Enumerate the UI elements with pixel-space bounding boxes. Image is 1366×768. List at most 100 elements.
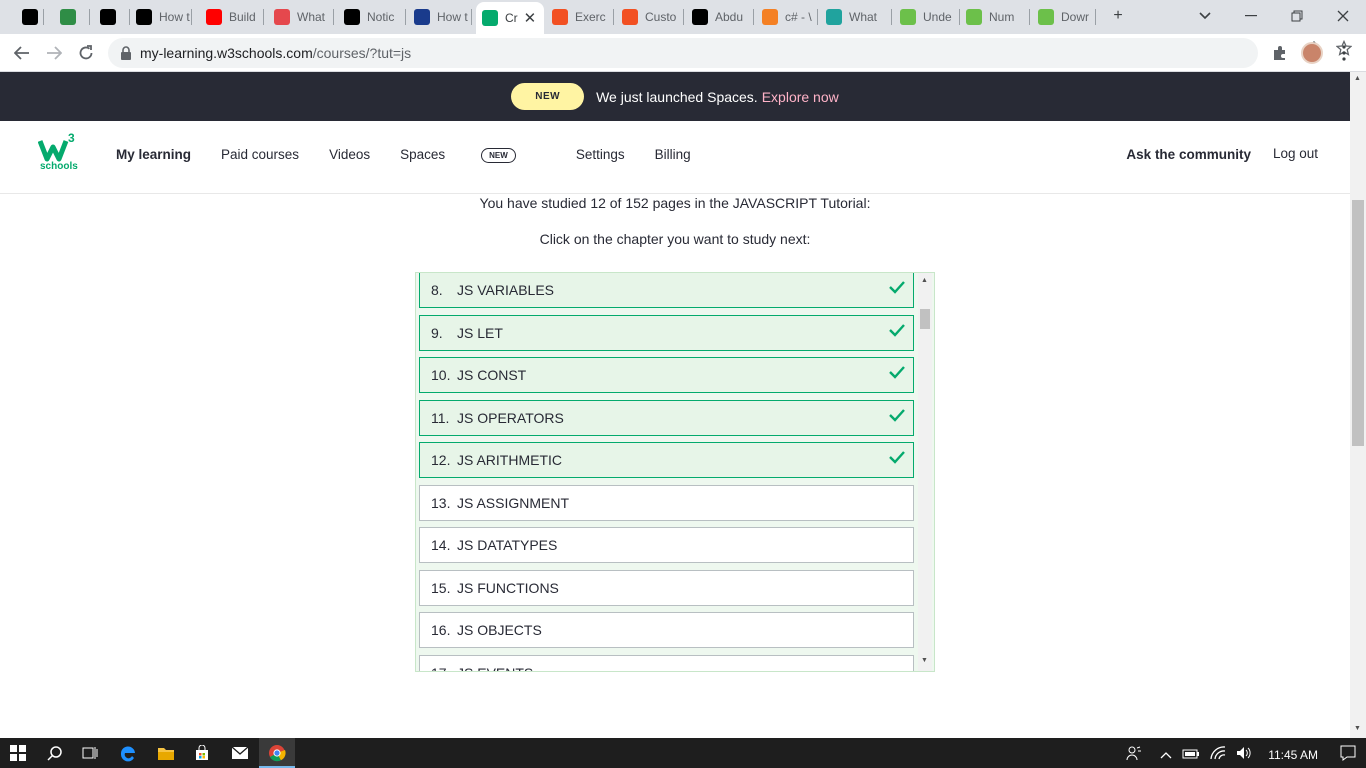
address-bar[interactable]: my-learning.w3schools.com/courses/?tut=j… <box>108 38 1258 68</box>
nav-spaces[interactable]: Spaces NEW <box>400 147 546 163</box>
chapter-item[interactable]: 16. JS OBJECTS <box>419 612 914 648</box>
chapter-item[interactable]: 12. JS ARITHMETIC <box>419 442 914 478</box>
ask-community-link[interactable]: Ask the community <box>1126 147 1251 162</box>
browser-tab[interactable]: Unde <box>894 4 960 30</box>
nav-my-learning[interactable]: My learning <box>116 147 191 162</box>
page-scroll-down-icon[interactable]: ▼ <box>1354 725 1361 732</box>
browser-tab[interactable]: Abdu <box>686 4 754 30</box>
browser-tab[interactable]: How t <box>130 4 192 30</box>
nav-settings[interactable]: Settings <box>576 147 625 162</box>
browser-tab[interactable]: c# - \ <box>756 4 818 30</box>
back-arrow-icon[interactable] <box>10 41 34 65</box>
logout-link[interactable]: Log out <box>1273 146 1318 162</box>
browser-tab[interactable]: What <box>268 4 334 30</box>
chapter-item[interactable]: 10. JS CONST <box>419 357 914 393</box>
nav-paid-courses[interactable]: Paid courses <box>221 147 299 162</box>
chapter-list-scrollbar[interactable]: ▲ ▼ <box>918 273 932 671</box>
reload-icon[interactable] <box>74 41 98 65</box>
chrome-menu-icon[interactable] <box>1332 41 1356 65</box>
nav-spaces-label: Spaces <box>400 147 446 162</box>
page-scrollbar[interactable]: ▲ ▼ <box>1350 72 1366 738</box>
dev-icon <box>22 9 38 25</box>
chapter-item[interactable]: 11. JS OPERATORS <box>419 399 914 436</box>
windows-start-icon[interactable] <box>8 743 28 763</box>
people-icon[interactable] <box>1126 745 1142 764</box>
mail-icon[interactable] <box>230 743 250 763</box>
page-scroll-thumb[interactable] <box>1352 200 1364 446</box>
browser-tab[interactable]: What <box>820 4 892 30</box>
tab-title: How t <box>437 10 468 24</box>
browser-tab[interactable] <box>94 4 130 30</box>
browser-tab[interactable] <box>54 4 90 30</box>
explore-now-link[interactable]: Explore now <box>762 89 839 105</box>
browser-tab[interactable]: How t <box>408 4 472 30</box>
tab-separator <box>89 9 90 25</box>
youtube-icon <box>206 9 222 25</box>
profile-avatar[interactable] <box>1300 41 1324 65</box>
tab-search-icon[interactable] <box>1192 5 1218 27</box>
tab-separator <box>1029 9 1030 25</box>
w3schools-logo[interactable]: 3 schools <box>38 131 84 179</box>
top-navigation: 3 schools My learning Paid courses Video… <box>0 121 1350 194</box>
browser-tab[interactable]: Custo <box>616 4 684 30</box>
store-icon[interactable] <box>192 743 212 763</box>
tab-separator <box>613 9 614 25</box>
tab-title: How t <box>159 10 190 24</box>
tab-title: c# - \ <box>785 10 812 24</box>
url-host: my-learning.w3schools.com <box>140 45 313 61</box>
page-scroll-up-icon[interactable]: ▲ <box>1354 75 1361 82</box>
spaces-new-badge: NEW <box>481 147 516 163</box>
checkmark-icon <box>889 451 905 464</box>
chapter-item[interactable]: 15. JS FUNCTIONS <box>419 569 914 606</box>
scroll-up-arrow-icon[interactable]: ▲ <box>921 277 928 284</box>
chapter-item[interactable]: 9. JS LET <box>419 314 914 351</box>
notification-icon[interactable] <box>1340 745 1356 764</box>
studied-progress-text: You have studied 12 of 152 pages in the … <box>479 195 871 211</box>
browser-tab[interactable]: Build <box>200 4 264 30</box>
leaf-icon <box>900 9 916 25</box>
browser-tab[interactable] <box>16 4 44 30</box>
minimize-icon[interactable] <box>1238 5 1264 27</box>
medium-icon <box>136 9 152 25</box>
browser-tab[interactable]: Notic <box>338 4 406 30</box>
nav-videos[interactable]: Videos <box>329 147 370 162</box>
tab-title: Unde <box>923 10 952 24</box>
chapter-item[interactable]: 13. JS ASSIGNMENT <box>419 484 914 521</box>
nav-billing[interactable]: Billing <box>655 147 691 162</box>
scroll-down-arrow-icon[interactable]: ▼ <box>921 657 928 664</box>
new-tab-button[interactable]: + <box>1105 5 1131 27</box>
tab-title: Custo <box>645 10 677 24</box>
forward-arrow-icon[interactable] <box>42 41 66 65</box>
close-tab-icon[interactable]: ✕ <box>524 9 537 27</box>
browser-tab[interactable]: Exerc <box>546 4 614 30</box>
browser-tab[interactable]: Cr ✕ <box>476 2 544 34</box>
restore-icon[interactable] <box>1284 5 1310 27</box>
chapter-item[interactable]: 17.JS EVENTS <box>419 654 914 672</box>
chapter-number: 12. <box>431 452 451 468</box>
taskbar-clock[interactable]: 11:45 AM <box>1268 748 1318 762</box>
edge-browser-icon[interactable] <box>118 743 138 763</box>
extensions-puzzle-icon[interactable] <box>1268 41 1292 65</box>
w3schools-icon <box>482 10 498 26</box>
browser-tab[interactable]: Num <box>960 4 1030 30</box>
chapter-item[interactable]: 14. JS DATATYPES <box>419 527 914 563</box>
search-icon[interactable] <box>45 743 65 763</box>
chapter-number: 17. <box>431 665 457 672</box>
chapter-list-scroll-thumb[interactable] <box>920 309 930 329</box>
close-window-icon[interactable] <box>1330 5 1356 27</box>
task-view-icon[interactable] <box>80 743 100 763</box>
battery-icon[interactable] <box>1182 748 1200 762</box>
file-explorer-icon[interactable] <box>156 743 176 763</box>
checkmark-icon <box>889 281 905 294</box>
wifi-icon[interactable] <box>1210 746 1226 763</box>
chapter-list[interactable]: 8. JS VARIABLES 9. JS LET 10. JS CONST 11. JS O… <box>415 272 935 672</box>
chapter-title: JS CONST <box>457 367 527 383</box>
chrome-icon[interactable] <box>267 743 287 763</box>
volume-icon[interactable] <box>1236 746 1252 763</box>
notion-icon <box>344 9 360 25</box>
tray-chevron-up-icon[interactable] <box>1160 748 1172 762</box>
chapter-item[interactable]: 8. JS VARIABLES <box>419 273 914 308</box>
chapter-number: 15. <box>431 579 451 596</box>
grammarly-icon <box>274 9 290 25</box>
browser-tab[interactable]: Dowr <box>1032 4 1096 30</box>
